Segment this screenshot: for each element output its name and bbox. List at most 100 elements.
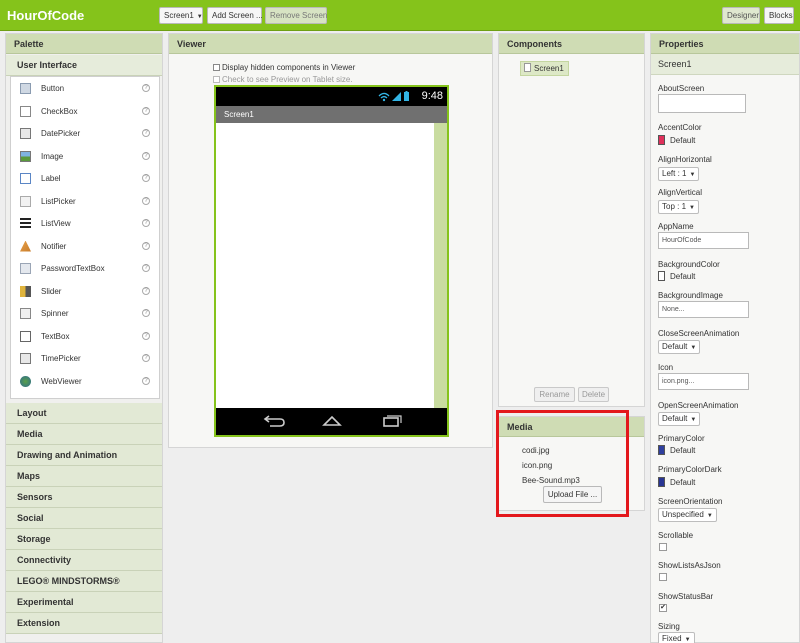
primary-color-picker[interactable]: Default bbox=[658, 445, 695, 455]
category-header[interactable]: Experimental bbox=[6, 592, 162, 613]
accent-swatch bbox=[658, 135, 665, 145]
align-vertical-select[interactable]: Top : 1 ▼ bbox=[658, 200, 699, 214]
tablet-preview-checkbox[interactable]: Check to see Preview on Tablet size. bbox=[213, 75, 353, 84]
category-header[interactable]: Maps bbox=[6, 466, 162, 487]
help-icon[interactable]: ? bbox=[142, 331, 150, 340]
slider-icon bbox=[20, 285, 31, 297]
open-animation-value: Default bbox=[662, 414, 688, 423]
palette-item-checkbox[interactable]: CheckBox? bbox=[11, 100, 159, 123]
palette-item-label: DatePicker bbox=[41, 129, 81, 138]
chevron-down-icon: ▼ bbox=[706, 513, 713, 519]
help-icon[interactable]: ? bbox=[142, 376, 150, 385]
help-icon[interactable]: ? bbox=[142, 241, 150, 250]
palette-item-label: Button bbox=[41, 84, 65, 93]
palette-item-label: Slider bbox=[41, 286, 62, 296]
phone-preview: 9:48 Screen1 bbox=[214, 85, 449, 437]
help-icon[interactable]: ? bbox=[142, 354, 150, 362]
help-icon[interactable]: ? bbox=[142, 309, 150, 317]
remove-screen-button[interactable]: Remove Screen bbox=[265, 7, 327, 24]
category-list: Layout Media Drawing and Animation Maps Sens… bbox=[6, 403, 162, 634]
palette-item-textbox[interactable]: TextBox? bbox=[11, 325, 159, 348]
prop-label: CloseScreenAnimation bbox=[658, 329, 740, 338]
palette-item-label: Label bbox=[41, 174, 61, 183]
palette-item-spinner[interactable]: Spinner? bbox=[11, 302, 159, 325]
textbox-icon bbox=[20, 330, 31, 342]
category-header[interactable]: Storage bbox=[6, 529, 162, 550]
palette-item-webviewer[interactable]: WebViewer? bbox=[11, 370, 159, 393]
components-panel: Components Screen1 Rename Delete bbox=[498, 33, 645, 407]
help-icon[interactable]: ? bbox=[142, 286, 150, 295]
screen-select-dropdown[interactable]: Screen1 ▼ bbox=[159, 7, 203, 24]
palette-item-button[interactable]: Button? bbox=[11, 77, 159, 100]
open-animation-select[interactable]: Default ▼ bbox=[658, 412, 701, 426]
background-swatch bbox=[658, 271, 665, 281]
close-animation-select[interactable]: Default ▼ bbox=[658, 340, 701, 354]
help-icon[interactable]: ? bbox=[142, 219, 150, 227]
prop-label: AppName bbox=[658, 222, 694, 231]
help-icon[interactable]: ? bbox=[142, 196, 150, 205]
component-tree-screen1[interactable]: Screen1 bbox=[520, 61, 569, 76]
show-status-bar-checkbox[interactable]: ✔ bbox=[659, 604, 667, 612]
spinner-icon bbox=[20, 308, 31, 319]
sizing-value: Fixed bbox=[662, 634, 682, 643]
add-screen-button[interactable]: Add Screen ... bbox=[207, 7, 263, 24]
palette-item-image[interactable]: Image? bbox=[11, 145, 159, 168]
category-header[interactable]: Drawing and Animation bbox=[6, 445, 162, 466]
category-header[interactable]: Layout bbox=[6, 403, 162, 424]
primary-color-value: Default bbox=[670, 446, 696, 455]
help-icon[interactable]: ? bbox=[142, 106, 150, 115]
category-header[interactable]: Social bbox=[6, 508, 162, 529]
button-icon bbox=[20, 83, 31, 94]
sizing-select[interactable]: Fixed ▼ bbox=[658, 632, 695, 643]
palette-item-timepicker[interactable]: TimePicker? bbox=[11, 347, 159, 370]
palette-item-datepicker[interactable]: DatePicker? bbox=[11, 122, 159, 145]
category-header[interactable]: Connectivity bbox=[6, 550, 162, 571]
background-image-input[interactable]: None... bbox=[658, 301, 749, 318]
help-icon[interactable]: ? bbox=[142, 84, 150, 92]
chevron-down-icon: ▼ bbox=[689, 205, 695, 211]
rename-button[interactable]: Rename bbox=[534, 387, 575, 402]
show-lists-json-checkbox[interactable] bbox=[659, 573, 667, 581]
palette-item-slider[interactable]: Slider? bbox=[11, 280, 159, 303]
help-icon[interactable]: ? bbox=[142, 151, 150, 160]
category-header[interactable]: LEGO® MINDSTORMS® bbox=[6, 571, 162, 592]
screen-orientation-select[interactable]: Unspecified ▼ bbox=[658, 508, 717, 522]
palette-item-label[interactable]: Label? bbox=[11, 167, 159, 190]
palette-item-notifier[interactable]: Notifier? bbox=[11, 235, 159, 258]
blocks-button[interactable]: Blocks bbox=[764, 7, 794, 24]
timepicker-icon bbox=[20, 353, 31, 364]
category-header[interactable]: Sensors bbox=[6, 487, 162, 508]
nav-buttons bbox=[263, 415, 402, 427]
delete-button[interactable]: Delete bbox=[578, 387, 609, 402]
help-icon[interactable]: ? bbox=[142, 264, 150, 272]
palette-item-label: ListView bbox=[41, 219, 71, 228]
app-title: HourOfCode bbox=[7, 8, 85, 23]
help-icon[interactable]: ? bbox=[142, 129, 150, 137]
prop-label: Sizing bbox=[658, 622, 680, 631]
align-horizontal-select[interactable]: Left : 1 ▼ bbox=[658, 167, 700, 181]
hidden-components-checkbox[interactable]: Display hidden components in Viewer bbox=[213, 63, 355, 72]
category-header[interactable]: Media bbox=[6, 424, 162, 445]
icon-input[interactable]: icon.png... bbox=[658, 373, 749, 390]
about-screen-input[interactable] bbox=[658, 94, 746, 113]
background-color-picker[interactable]: Default bbox=[658, 271, 695, 281]
app-name-input[interactable]: HourOfCode bbox=[658, 232, 749, 249]
palette-item-listview[interactable]: ListView? bbox=[11, 212, 159, 235]
listpicker-icon bbox=[20, 195, 31, 207]
designer-button[interactable]: Designer bbox=[722, 7, 760, 24]
palette-item-listpicker[interactable]: ListPicker? bbox=[11, 190, 159, 213]
checkbox-icon[interactable] bbox=[213, 64, 220, 71]
primary-dark-color-picker[interactable]: Default bbox=[658, 477, 695, 487]
scrollable-checkbox[interactable] bbox=[659, 543, 667, 551]
checkbox-icon[interactable] bbox=[213, 76, 220, 83]
help-icon[interactable]: ? bbox=[142, 174, 150, 182]
primary-dark-swatch bbox=[658, 477, 665, 487]
category-user-interface[interactable]: User Interface bbox=[6, 55, 162, 76]
phone-canvas[interactable] bbox=[216, 123, 447, 408]
palette-item-passwordtextbox[interactable]: PasswordTextBox? bbox=[11, 257, 159, 280]
tablet-preview-label: Check to see Preview on Tablet size. bbox=[222, 75, 353, 84]
category-header[interactable]: Extension bbox=[6, 613, 162, 634]
screen-title-bar: Screen1 bbox=[216, 106, 447, 123]
palette-item-label: Image bbox=[41, 151, 64, 161]
accent-color-picker[interactable]: Default bbox=[658, 135, 695, 145]
